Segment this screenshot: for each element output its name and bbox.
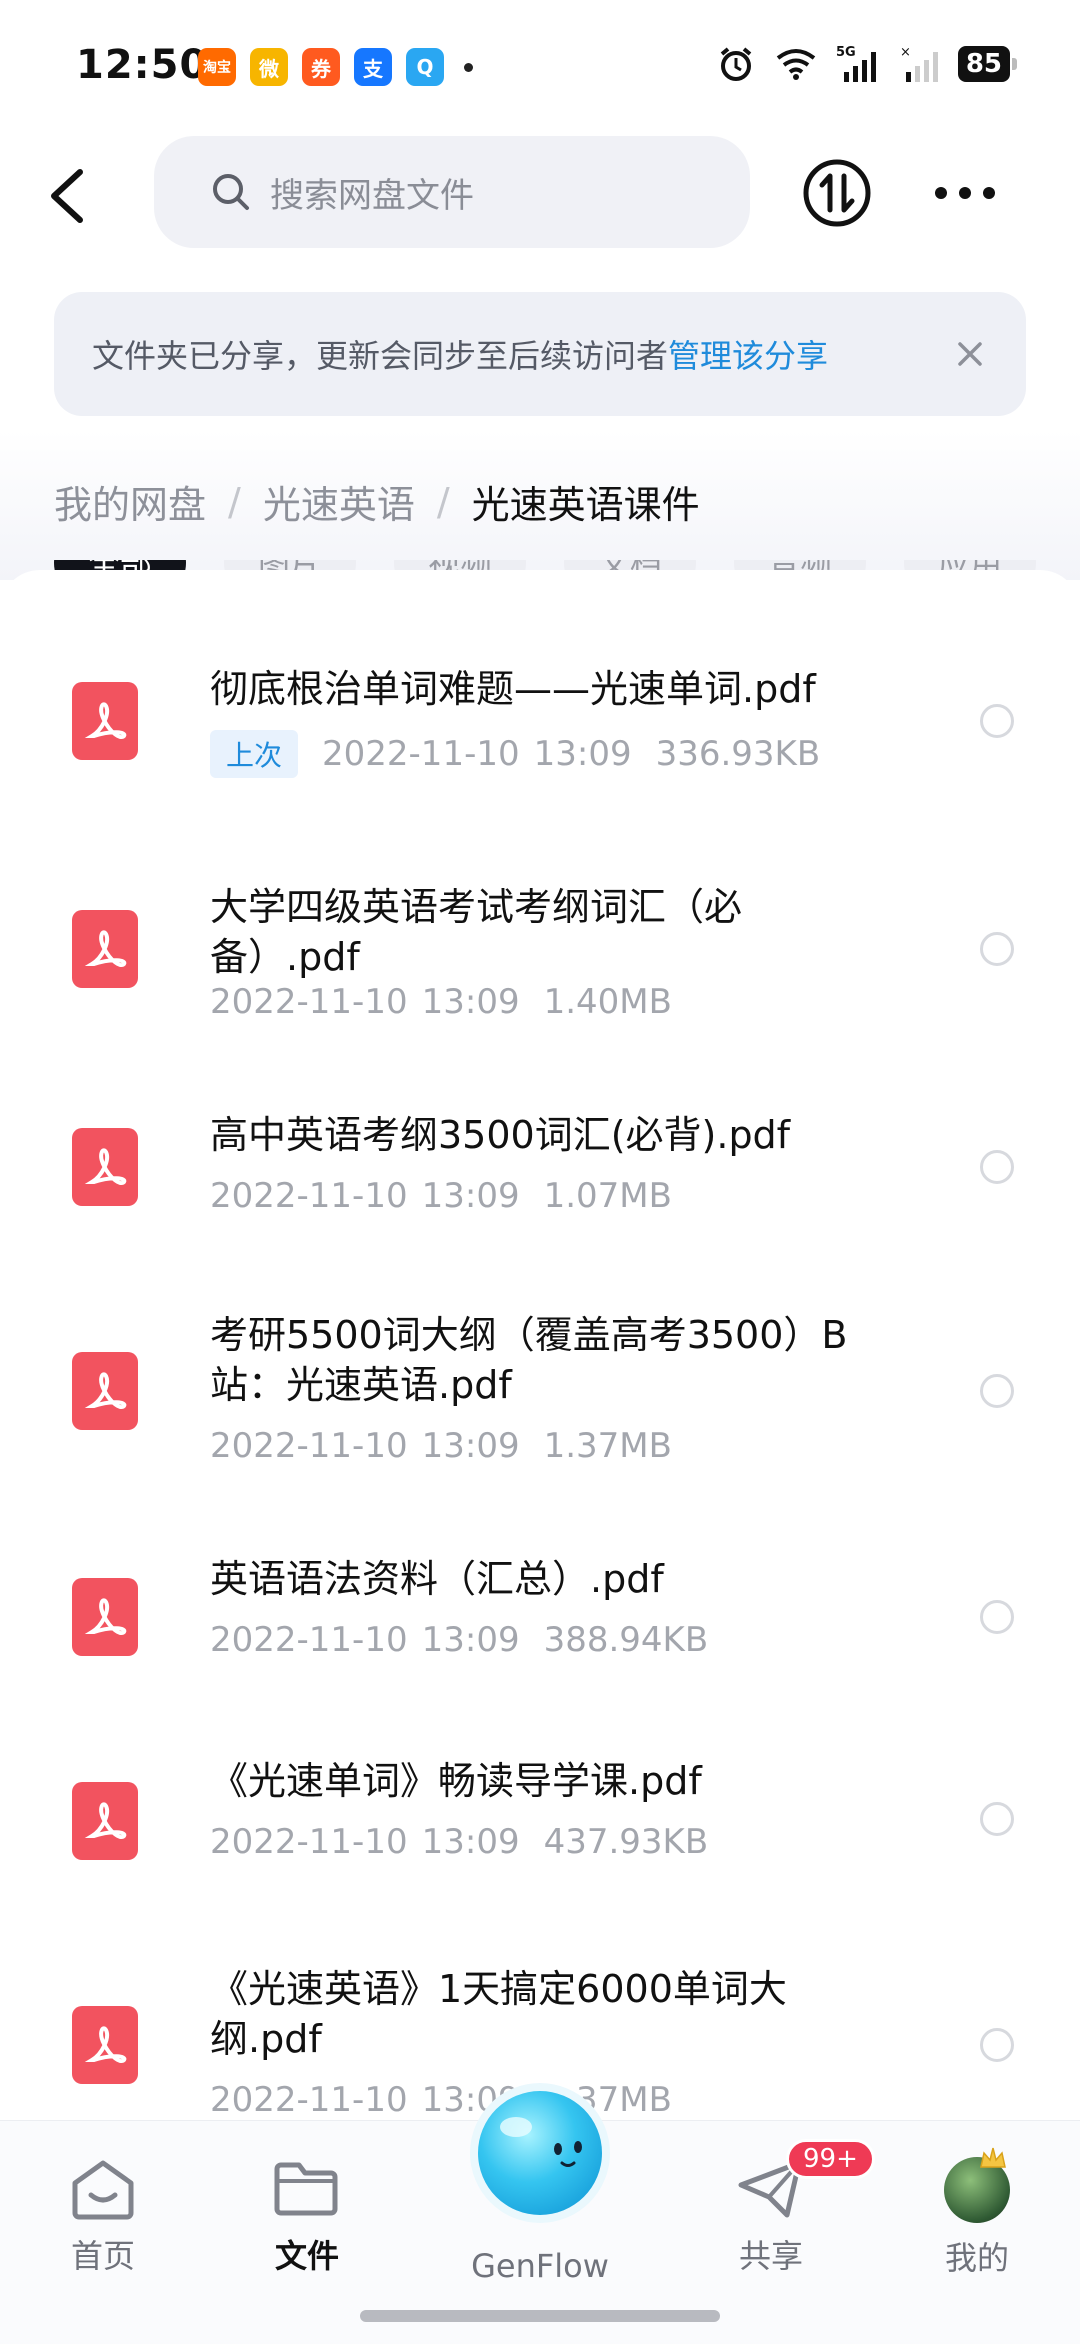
file-date: 2022-11-10 — [210, 1822, 408, 1862]
nav-files-label: 文件 — [274, 2237, 339, 2275]
share-banner: 文件夹已分享，更新会同步至后续访问者 管理该分享 — [54, 292, 1026, 416]
file-list: 彻底根治单词难题——光速单词.pdf 上次 2022-11-10 13:09 3… — [0, 570, 1080, 2120]
home-indicator[interactable] — [360, 2310, 720, 2322]
breadcrumb: 我的网盘 / 光速英语 / 光速英语课件 — [54, 474, 700, 529]
top-bar: 搜索网盘文件 — [0, 130, 1080, 260]
pdf-file-icon — [72, 1352, 138, 1430]
nav-mine[interactable]: 我的 — [902, 2147, 1052, 2279]
file-date: 2022-11-10 — [210, 1176, 408, 1216]
file-time: 13:09 — [533, 734, 632, 774]
file-name: 大学四级英语考试考纲词汇（必备）.pdf — [210, 885, 743, 979]
pdf-file-icon — [72, 910, 138, 988]
search-input[interactable]: 搜索网盘文件 — [154, 136, 750, 248]
file-size: 388.94KB — [543, 1620, 709, 1660]
select-radio[interactable] — [980, 2028, 1014, 2062]
status-bar: 12:50 淘宝 微 券 支 Q 5G × 85 — [0, 0, 1080, 130]
file-size: 1.40MB — [543, 982, 672, 1022]
avatar — [944, 2147, 1010, 2223]
select-radio[interactable] — [980, 704, 1014, 738]
select-radio[interactable] — [980, 932, 1014, 966]
select-radio[interactable] — [980, 1374, 1014, 1408]
file-row[interactable]: 彻底根治单词难题——光速单词.pdf 上次 2022-11-10 13:09 3… — [0, 570, 1080, 790]
more-notifications-dot — [464, 62, 473, 72]
system-icons: 5G × 85 — [716, 44, 1018, 84]
search-placeholder: 搜索网盘文件 — [270, 175, 474, 216]
battery-indicator: 85 — [957, 46, 1018, 82]
crown-icon — [980, 2147, 1006, 2168]
nav-mine-label: 我的 — [944, 2239, 1009, 2277]
file-time: 13:09 — [421, 1426, 520, 1466]
nav-home-label: 首页 — [70, 2237, 135, 2275]
weibo-icon: 微 — [250, 48, 288, 86]
pdf-file-icon — [72, 1578, 138, 1656]
breadcrumb-separator: / — [228, 479, 241, 524]
file-time: 13:09 — [421, 1822, 520, 1862]
genflow-mascot-icon[interactable] — [466, 2079, 614, 2227]
file-name: 英语语法资料（汇总）.pdf — [210, 1557, 664, 1601]
qq-browser-icon: Q — [406, 48, 444, 86]
file-date: 2022-11-10 — [210, 982, 408, 1022]
home-icon — [72, 2160, 134, 2220]
file-date: 2022-11-10 — [210, 1426, 408, 1466]
status-time: 12:50 — [76, 42, 209, 88]
file-meta: 上次 2022-11-10 13:09 336.93KB — [210, 730, 820, 778]
breadcrumb-separator: / — [436, 479, 450, 524]
file-name: 高中英语考纲3500词汇(必背).pdf — [210, 1113, 791, 1157]
pdf-file-icon — [72, 682, 138, 760]
select-radio[interactable] — [980, 1150, 1014, 1184]
last-opened-badge: 上次 — [210, 730, 299, 778]
file-name: 考研5500词大纲（覆盖高考3500）B站：光速英语.pdf — [210, 1313, 848, 1407]
file-size: 437.93KB — [543, 1822, 709, 1862]
close-icon[interactable] — [952, 336, 988, 372]
file-size: 1.37MB — [543, 1426, 672, 1466]
pdf-file-icon — [72, 2006, 138, 2084]
folder-icon — [274, 2162, 338, 2216]
file-name: 《光速英语》1天搞定6000单词大纲.pdf — [210, 1967, 787, 2061]
select-radio[interactable] — [980, 1600, 1014, 1634]
file-size: 1.07MB — [543, 1176, 672, 1216]
file-date: 2022-11-10 — [322, 734, 520, 774]
nav-home[interactable]: 首页 — [28, 2157, 178, 2277]
notification-icons: 淘宝 微 券 支 Q — [198, 48, 473, 86]
search-icon — [213, 174, 249, 210]
signal-secondary-icon: × — [900, 45, 938, 82]
pdf-file-icon — [72, 1782, 138, 1860]
wifi-icon — [776, 49, 816, 80]
alarm-icon — [720, 47, 752, 81]
nav-genflow-label[interactable]: GenFlow — [440, 2247, 640, 2285]
file-meta: 2022-11-10 13:09 1.07MB — [210, 1176, 672, 1216]
file-meta: 2022-11-10 13:09 388.94KB — [210, 1620, 708, 1660]
svg-text:5G: 5G — [836, 45, 856, 60]
file-meta: 2022-11-10 13:09 437.93KB — [210, 1822, 708, 1862]
taobao-flash-icon: 淘宝 — [198, 48, 236, 86]
file-size: 336.93KB — [655, 734, 821, 774]
select-radio[interactable] — [980, 1802, 1014, 1836]
file-time: 13:09 — [421, 1176, 520, 1216]
file-time: 13:09 — [421, 1620, 520, 1660]
more-menu-icon[interactable] — [932, 176, 998, 210]
file-date: 2022-11-10 — [210, 2080, 408, 2120]
breadcrumb-root[interactable]: 我的网盘 — [54, 474, 206, 529]
signal-5g-icon: 5G — [836, 45, 876, 82]
file-meta: 2022-11-10 13:09 1.40MB — [210, 982, 672, 1022]
breadcrumb-parent[interactable]: 光速英语 — [263, 474, 415, 529]
file-time: 13:09 — [421, 982, 520, 1022]
file-date: 2022-11-10 — [210, 1620, 408, 1660]
file-name: 彻底根治单词难题——光速单词.pdf — [210, 667, 816, 711]
alipay-icon: 支 — [354, 48, 392, 86]
file-name: 《光速单词》畅读导学课.pdf — [210, 1759, 702, 1803]
manage-share-link[interactable]: 管理该分享 — [668, 331, 828, 377]
share-count-badge: 99+ — [786, 2139, 875, 2179]
notification-app-icon: 券 — [302, 48, 340, 86]
banner-text: 文件夹已分享，更新会同步至后续访问者 — [92, 337, 669, 375]
transfer-icon[interactable] — [802, 158, 872, 228]
breadcrumb-current: 光速英语课件 — [471, 483, 700, 527]
file-meta: 2022-11-10 13:09 1.37MB — [210, 1426, 672, 1466]
back-arrow-icon[interactable] — [40, 160, 100, 230]
breadcrumb-area: 我的网盘 / 光速英语 / 光速英语课件 — [0, 430, 1080, 580]
nav-share-label: 共享 — [738, 2237, 803, 2275]
svg-text:×: × — [900, 45, 911, 60]
pdf-file-icon — [72, 1128, 138, 1206]
nav-files[interactable]: 文件 — [232, 2157, 382, 2277]
